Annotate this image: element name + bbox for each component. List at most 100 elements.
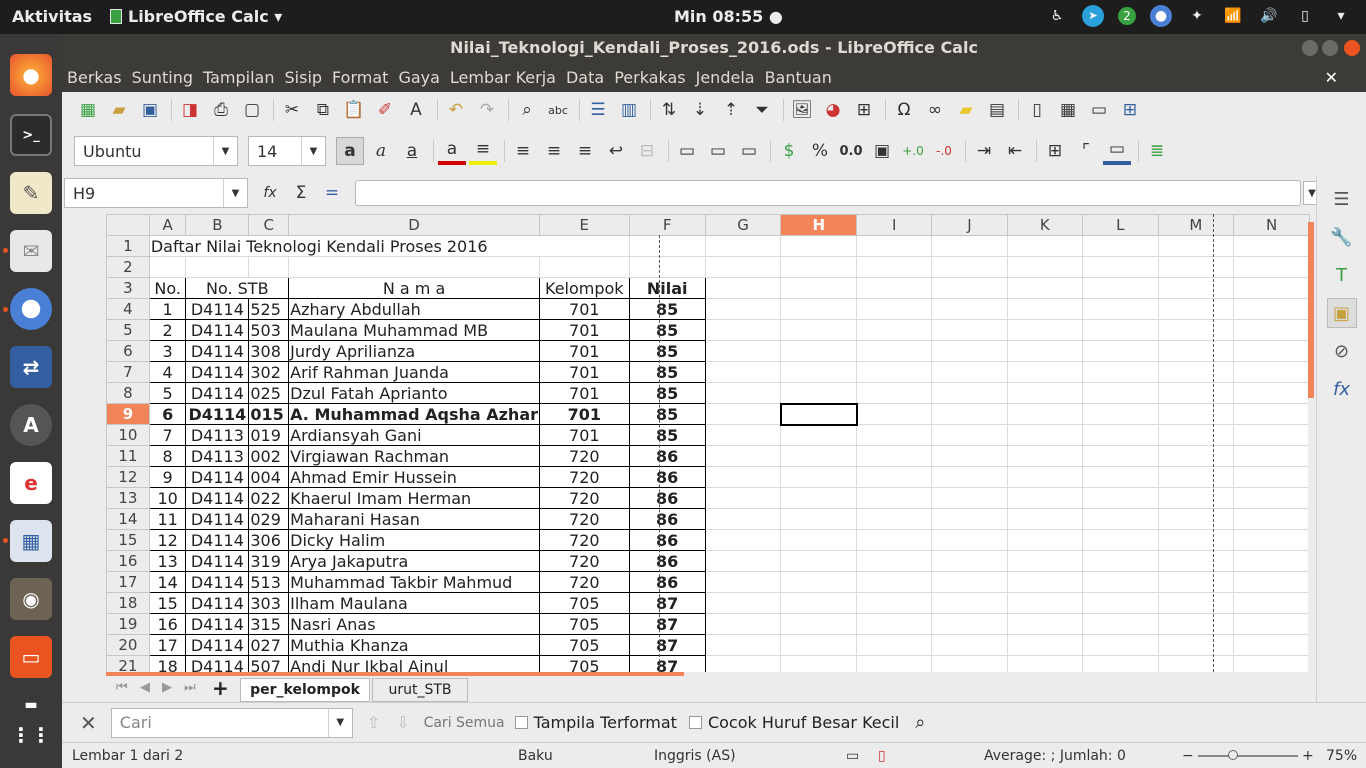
pivot-table-icon[interactable]: ⊞ — [850, 96, 878, 124]
menu-sunting[interactable]: Sunting — [132, 68, 193, 87]
scrollbar-thumb[interactable] — [106, 672, 684, 676]
cell[interactable] — [704, 382, 782, 404]
cell[interactable] — [780, 466, 858, 488]
firefox-icon[interactable]: ● — [10, 54, 52, 96]
sheet-title[interactable]: Daftar Nilai Teknologi Kendali Proses 20… — [148, 235, 630, 257]
font-size-box[interactable]: 14 ▼ — [248, 136, 326, 166]
cell[interactable] — [704, 508, 782, 530]
cell-nilai[interactable]: 87 — [628, 613, 706, 635]
header-no[interactable]: No. — [148, 277, 187, 299]
cell[interactable] — [1082, 466, 1159, 488]
cell-stb-number[interactable]: 306 — [248, 529, 290, 551]
cell[interactable] — [1157, 382, 1235, 404]
terminal-icon[interactable]: >_ — [10, 114, 52, 156]
cell-nama[interactable]: Maharani Hasan — [288, 508, 541, 530]
cell[interactable] — [1082, 340, 1159, 362]
zoom-slider[interactable] — [1198, 755, 1298, 757]
cell[interactable] — [1157, 550, 1235, 572]
column-header-n[interactable]: N — [1233, 214, 1310, 236]
power-menu-icon[interactable]: ▾ — [1330, 5, 1352, 27]
cell-nilai[interactable]: 86 — [628, 529, 706, 551]
search-input[interactable]: Cari ▼ — [110, 707, 353, 738]
mail-icon[interactable]: ✉ — [10, 230, 52, 272]
cell[interactable] — [780, 550, 858, 572]
cell[interactable] — [931, 613, 1008, 635]
cell[interactable] — [704, 550, 782, 572]
cell[interactable] — [1233, 403, 1310, 425]
cell-nilai[interactable]: 85 — [628, 340, 706, 362]
cell[interactable] — [1082, 445, 1159, 467]
menu-tampilan[interactable]: Tampilan — [203, 68, 275, 87]
cell-no[interactable]: 18 — [148, 655, 187, 672]
number-format-icon[interactable]: 0.0 — [837, 137, 865, 165]
formatted-checkbox[interactable] — [514, 716, 528, 729]
cell-nilai[interactable]: 85 — [628, 298, 706, 320]
cell[interactable] — [1006, 235, 1084, 257]
cell[interactable] — [856, 550, 933, 572]
column-header-j[interactable]: J — [931, 214, 1008, 236]
functions-icon[interactable]: fx — [1327, 374, 1357, 404]
cell[interactable] — [1233, 361, 1310, 383]
row-header[interactable]: 8 — [106, 382, 150, 404]
highlight-icon[interactable]: ≡ — [469, 137, 497, 165]
cell-nilai[interactable]: 86 — [628, 487, 706, 509]
first-sheet-icon[interactable]: ⏮ — [116, 680, 128, 695]
cell-kelompok[interactable]: 705 — [539, 592, 630, 614]
cell[interactable] — [931, 634, 1008, 656]
row-header[interactable]: 21 — [106, 655, 150, 672]
conditional-format-icon[interactable]: ≣ — [1143, 137, 1171, 165]
row-header[interactable]: 7 — [106, 361, 150, 383]
cell[interactable] — [1082, 361, 1159, 383]
close-document-icon[interactable]: ✕ — [1325, 68, 1338, 87]
cell[interactable] — [780, 424, 858, 446]
cell-nama[interactable]: A. Muhammad Aqsha Azhar — [288, 403, 541, 425]
language[interactable]: Inggris (AS) — [654, 748, 736, 764]
wrap-text-icon[interactable]: ↩ — [602, 137, 630, 165]
cell[interactable] — [1233, 550, 1310, 572]
chevron-down-icon[interactable]: ▼ — [327, 708, 352, 737]
row-header[interactable]: 1 — [106, 235, 150, 257]
cell-stb-number[interactable]: 303 — [248, 592, 290, 614]
copy-icon[interactable]: ⧉ — [309, 96, 337, 124]
cell[interactable] — [780, 613, 858, 635]
column-header-f[interactable]: F — [628, 214, 706, 236]
cell[interactable] — [539, 256, 630, 278]
menu-data[interactable]: Data — [566, 68, 604, 87]
cell-no[interactable]: 1 — [148, 298, 187, 320]
export-pdf-icon[interactable]: ◨ — [176, 96, 204, 124]
cell[interactable] — [1006, 508, 1084, 530]
save-icon[interactable]: ▣ — [136, 96, 164, 124]
cell[interactable] — [1006, 361, 1084, 383]
cell-nilai[interactable]: 85 — [628, 424, 706, 446]
cell[interactable] — [1006, 634, 1084, 656]
cell[interactable] — [1157, 361, 1235, 383]
cell-no[interactable]: 13 — [148, 550, 187, 572]
cell[interactable] — [856, 613, 933, 635]
cell-stb-number[interactable]: 029 — [248, 508, 290, 530]
files-icon[interactable]: ▭ — [10, 636, 52, 678]
cell-nilai[interactable]: 86 — [628, 466, 706, 488]
cell-kelompok[interactable]: 705 — [539, 655, 630, 672]
cell[interactable] — [931, 424, 1008, 446]
cell[interactable] — [1006, 529, 1084, 551]
font-color-icon[interactable]: a — [438, 137, 466, 165]
cell[interactable] — [1006, 298, 1084, 320]
align-center-icon[interactable]: ≡ — [540, 137, 568, 165]
cell[interactable] — [856, 529, 933, 551]
cell[interactable] — [704, 361, 782, 383]
cell[interactable] — [1157, 466, 1235, 488]
cell[interactable] — [1233, 256, 1310, 278]
align-left-icon[interactable]: ≡ — [509, 137, 537, 165]
cell-nilai[interactable]: 85 — [628, 319, 706, 341]
match-case-checkbox[interactable] — [688, 716, 702, 729]
cell-nilai[interactable]: 86 — [628, 550, 706, 572]
font-name-box[interactable]: Ubuntu ▼ — [74, 136, 238, 166]
row-header[interactable]: 15 — [106, 529, 150, 551]
cell[interactable] — [1082, 508, 1159, 530]
cell-kelompok[interactable]: 701 — [539, 424, 630, 446]
paste-icon[interactable]: 📋 — [340, 96, 368, 124]
tab-urut-stb[interactable]: urut_STB — [372, 678, 468, 702]
cell[interactable] — [780, 319, 858, 341]
cell-nilai[interactable]: 85 — [628, 361, 706, 383]
cell[interactable] — [780, 655, 858, 672]
